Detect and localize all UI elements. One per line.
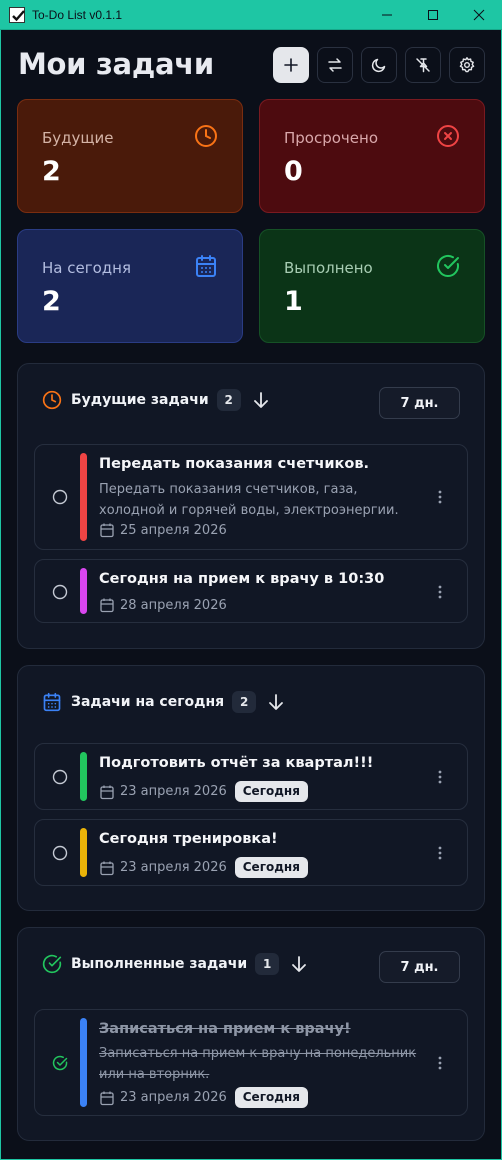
toolbar	[273, 47, 485, 83]
task-checkbox[interactable]	[52, 845, 68, 861]
stat-card-today[interactable]: На сегодня 2	[17, 229, 243, 343]
more-vertical-icon[interactable]	[433, 1056, 447, 1070]
task-item[interactable]: Записаться на прием к врачу! Записаться …	[34, 1009, 468, 1116]
stat-label: На сегодня	[42, 259, 131, 277]
task-date-text: 25 апреля 2026	[120, 522, 227, 538]
task-checkbox[interactable]	[52, 489, 68, 505]
stat-value: 2	[42, 286, 61, 317]
task-title: Передать показания счетчиков.	[99, 456, 370, 472]
stat-label: Выполнено	[284, 259, 373, 277]
task-date-text: 23 апреля 2026	[120, 1090, 227, 1105]
task-date-text: 23 апреля 2026	[120, 860, 227, 875]
task-count-badge: 1	[255, 953, 280, 975]
close-button[interactable]	[456, 0, 502, 30]
task-date-text: 28 апреля 2026	[120, 597, 227, 613]
calendar-icon	[100, 1091, 114, 1105]
task-date-text: 23 апреля 2026	[120, 784, 227, 799]
today-badge: Сегодня	[234, 1087, 308, 1108]
today-badge: Сегодня	[234, 857, 308, 878]
stat-value: 2	[42, 156, 61, 187]
pin-button[interactable]	[405, 47, 441, 83]
task-description: Передать показания счетчиков, газа, холо…	[99, 482, 399, 518]
task-title: Сегодня на прием к врачу в 10:30	[99, 571, 385, 587]
task-priority-bar	[80, 568, 87, 614]
section-title: Выполненные задачи	[71, 956, 248, 972]
section-today-tasks: Задачи на сегодня 2 Подготовить отчёт за…	[17, 665, 485, 911]
stat-value: 1	[284, 286, 303, 317]
check-circle-icon	[42, 954, 62, 974]
stat-value: 0	[284, 156, 303, 187]
calendar-icon	[100, 861, 114, 875]
stat-card-done[interactable]: Выполнено 1	[259, 229, 485, 343]
moon-icon	[371, 58, 386, 73]
window-title: To-Do List v0.1.1	[32, 7, 123, 22]
clock-icon	[195, 125, 217, 147]
sort-arrow-down-icon[interactable]	[266, 692, 286, 712]
sort-arrow-down-icon[interactable]	[289, 954, 309, 974]
task-title: Записаться на прием к врачу!	[99, 1021, 351, 1037]
stat-card-future[interactable]: Будущие 2	[17, 99, 243, 213]
stat-card-overdue[interactable]: Просрочено 0	[259, 99, 485, 213]
add-task-button[interactable]	[273, 47, 309, 83]
task-priority-bar	[80, 453, 87, 541]
section-title: Будущие задачи	[71, 392, 209, 408]
calendar-icon	[43, 692, 61, 712]
x-circle-icon	[437, 125, 459, 147]
task-title: Сегодня тренировка!	[99, 831, 278, 847]
section-title: Задачи на сегодня	[71, 694, 225, 710]
today-badge: Сегодня	[234, 781, 308, 802]
task-checked-icon[interactable]	[52, 1055, 68, 1071]
stat-label: Будущие	[42, 129, 114, 147]
sync-button[interactable]	[317, 47, 353, 83]
more-vertical-icon[interactable]	[433, 770, 447, 784]
section-future-tasks: Будущие задачи 2 7 дн. Передать показани…	[17, 363, 485, 649]
maximize-button[interactable]	[410, 0, 456, 30]
gear-icon	[459, 57, 475, 73]
calendar-icon	[100, 598, 114, 613]
task-item[interactable]: Подготовить отчёт за квартал!!! 23 апрел…	[34, 743, 468, 810]
task-title: Подготовить отчёт за квартал!!!	[99, 755, 374, 771]
swap-icon	[328, 58, 342, 72]
task-item[interactable]: Сегодня тренировка! 23 апреля 2026 Сегод…	[34, 819, 468, 886]
app-checkbox-icon	[9, 6, 25, 23]
more-vertical-icon[interactable]	[433, 490, 447, 504]
days-filter-button[interactable]: 7 дн.	[379, 387, 460, 419]
minimize-button[interactable]	[364, 0, 410, 30]
calendar-icon	[100, 523, 114, 538]
clock-icon	[42, 390, 62, 410]
calendar-icon	[196, 255, 216, 277]
task-item[interactable]: Передать показания счетчиков. Передать п…	[34, 444, 468, 550]
task-count-badge: 2	[216, 389, 241, 411]
more-vertical-icon[interactable]	[433, 585, 447, 599]
page-title: Мои задачи	[18, 47, 214, 81]
task-priority-bar	[80, 752, 87, 801]
task-date: 23 апреля 2026 Сегодня	[99, 781, 308, 802]
task-item[interactable]: Сегодня на прием к врачу в 10:30 28 апре…	[34, 559, 468, 623]
task-count-badge: 2	[232, 691, 257, 713]
stat-label: Просрочено	[284, 129, 378, 147]
sort-arrow-down-icon[interactable]	[251, 390, 271, 410]
task-date: 28 апреля 2026	[99, 597, 227, 613]
task-description: Записаться на прием к врачу на понедельн…	[99, 1046, 417, 1082]
section-done-tasks: Выполненные задачи 1 7 дн. Записаться на…	[17, 927, 485, 1141]
pin-off-icon	[416, 58, 430, 73]
calendar-icon	[100, 785, 114, 799]
settings-button[interactable]	[449, 47, 485, 83]
task-priority-bar	[80, 1018, 87, 1107]
task-date: 25 апреля 2026	[99, 522, 227, 538]
plus-icon	[284, 58, 298, 72]
task-date: 23 апреля 2026 Сегодня	[99, 1087, 308, 1108]
task-priority-bar	[80, 828, 87, 877]
window-titlebar: To-Do List v0.1.1	[0, 0, 502, 30]
task-date: 23 апреля 2026 Сегодня	[99, 857, 308, 878]
task-checkbox[interactable]	[52, 584, 68, 600]
theme-button[interactable]	[361, 47, 397, 83]
days-filter-button[interactable]: 7 дн.	[379, 951, 460, 983]
task-checkbox[interactable]	[52, 769, 68, 785]
check-circle-icon	[437, 254, 459, 277]
more-vertical-icon[interactable]	[433, 846, 447, 860]
